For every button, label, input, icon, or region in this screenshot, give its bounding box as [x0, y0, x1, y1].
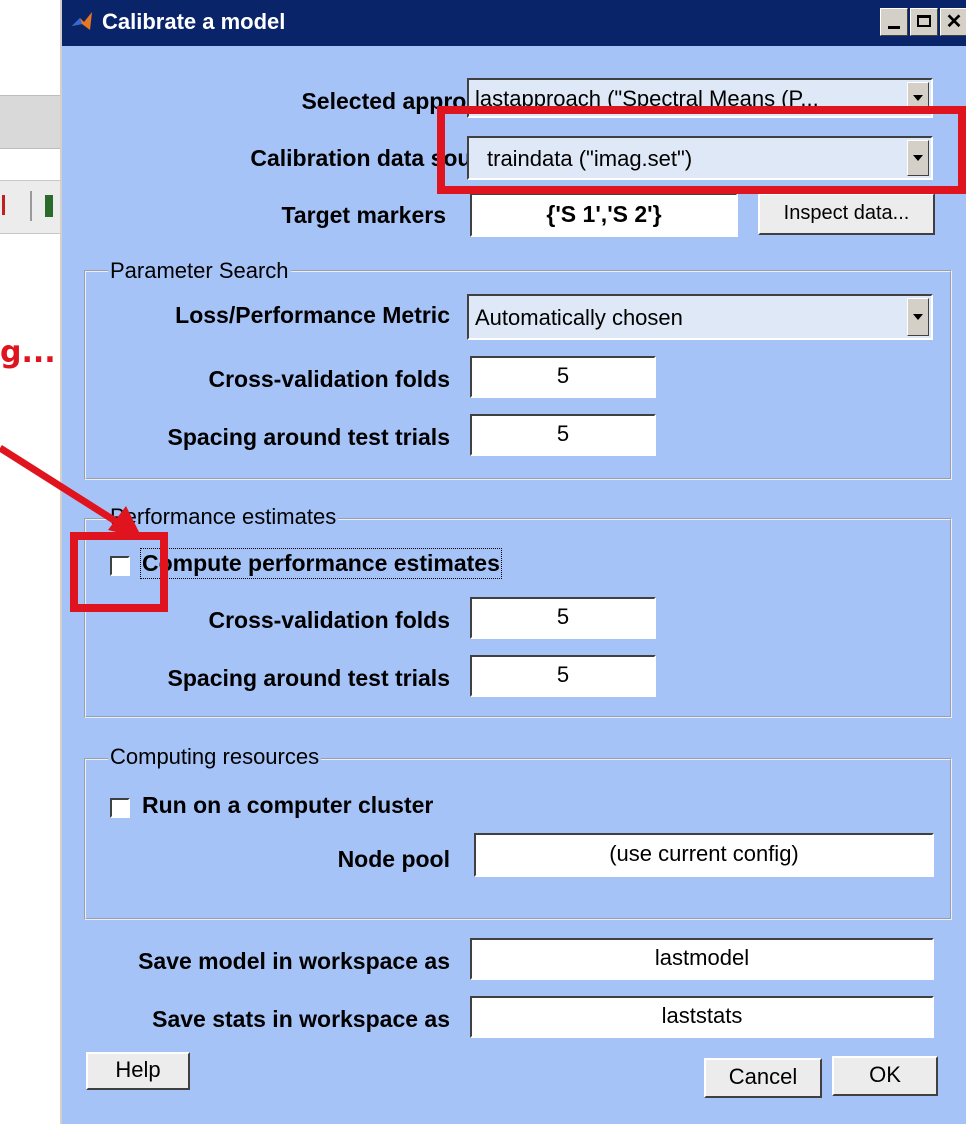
annotation-arrow-line	[0, 445, 122, 527]
annotation-arrow	[0, 445, 142, 538]
